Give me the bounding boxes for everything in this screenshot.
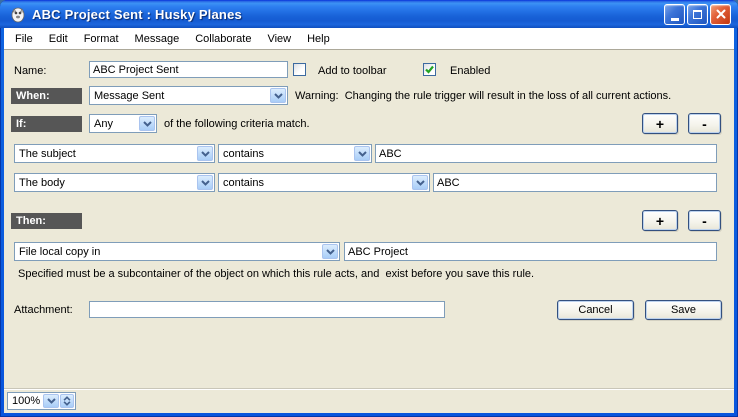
- minimize-button[interactable]: [664, 4, 685, 25]
- criterion-value-input[interactable]: [375, 144, 717, 163]
- menubar: File Edit Format Message Collaborate Vie…: [4, 28, 734, 50]
- name-input[interactable]: [89, 61, 288, 78]
- maximize-button[interactable]: [687, 4, 708, 25]
- if-section-label: If:: [11, 116, 82, 132]
- action-target-input[interactable]: [344, 242, 717, 261]
- attachment-label: Attachment:: [14, 304, 73, 316]
- maximize-icon: [693, 10, 702, 19]
- enabled-label: Enabled: [450, 65, 490, 77]
- add-to-toolbar-checkbox[interactable]: [293, 63, 306, 76]
- statusbar: 100%: [4, 388, 734, 413]
- menu-view[interactable]: View: [259, 30, 299, 48]
- rule-form: Name: Add to toolbar Enabled When: Messa…: [4, 50, 734, 388]
- attachment-input[interactable]: [89, 301, 445, 318]
- criterion-value-input[interactable]: [433, 173, 717, 192]
- criterion-field-select[interactable]: The subject: [14, 144, 215, 163]
- chevron-down-icon[interactable]: [43, 394, 59, 408]
- chevron-down-icon: [139, 116, 155, 131]
- save-button[interactable]: Save: [645, 300, 722, 320]
- when-trigger-select[interactable]: Message Sent: [89, 86, 288, 105]
- criterion-operator-select[interactable]: contains: [218, 144, 372, 163]
- menu-edit[interactable]: Edit: [41, 30, 76, 48]
- menu-file[interactable]: File: [7, 30, 41, 48]
- if-remove-criterion-button[interactable]: -: [688, 113, 721, 134]
- then-remove-action-button[interactable]: -: [688, 210, 721, 231]
- app-icon: [10, 6, 27, 23]
- minimize-icon: [671, 18, 679, 21]
- window-title: ABC Project Sent : Husky Planes: [32, 7, 664, 22]
- chevron-down-icon: [354, 146, 370, 161]
- chevron-down-icon: [322, 244, 338, 259]
- chevron-down-icon: [412, 175, 428, 190]
- zoom-combo[interactable]: 100%: [7, 392, 76, 410]
- chevron-down-icon: [270, 88, 286, 103]
- rule-editor-window: ABC Project Sent : Husky Planes File Edi…: [0, 0, 738, 417]
- criterion-operator-select[interactable]: contains: [218, 173, 430, 192]
- menu-message[interactable]: Message: [127, 30, 188, 48]
- then-add-action-button[interactable]: +: [642, 210, 678, 231]
- enabled-checkbox[interactable]: [423, 63, 436, 76]
- criterion-field-select[interactable]: The body: [14, 173, 215, 192]
- chevron-down-icon: [63, 401, 71, 406]
- chevron-down-icon: [197, 146, 213, 161]
- menu-collaborate[interactable]: Collaborate: [187, 30, 259, 48]
- add-to-toolbar-label: Add to toolbar: [318, 65, 387, 77]
- if-match-select[interactable]: Any: [89, 114, 157, 133]
- menu-help[interactable]: Help: [299, 30, 338, 48]
- checkmark-icon: [424, 64, 435, 75]
- then-section-label: Then:: [11, 213, 82, 229]
- action-select[interactable]: File local copy in: [14, 242, 340, 261]
- menu-format[interactable]: Format: [76, 30, 127, 48]
- if-add-criterion-button[interactable]: +: [642, 113, 678, 134]
- rule-note-text: Specified must be a subcontainer of the …: [18, 268, 718, 280]
- zoom-value: 100%: [8, 393, 43, 409]
- cancel-button[interactable]: Cancel: [557, 300, 634, 320]
- when-warning-text: Warning: Changing the rule trigger will …: [295, 90, 671, 102]
- close-button[interactable]: [710, 4, 731, 25]
- zoom-spinner[interactable]: [60, 394, 74, 408]
- if-criteria-suffix: of the following criteria match.: [164, 118, 310, 130]
- chevron-down-icon: [197, 175, 213, 190]
- when-section-label: When:: [11, 88, 82, 104]
- close-icon: [716, 9, 726, 19]
- titlebar: ABC Project Sent : Husky Planes: [0, 0, 738, 28]
- name-label: Name:: [14, 65, 46, 77]
